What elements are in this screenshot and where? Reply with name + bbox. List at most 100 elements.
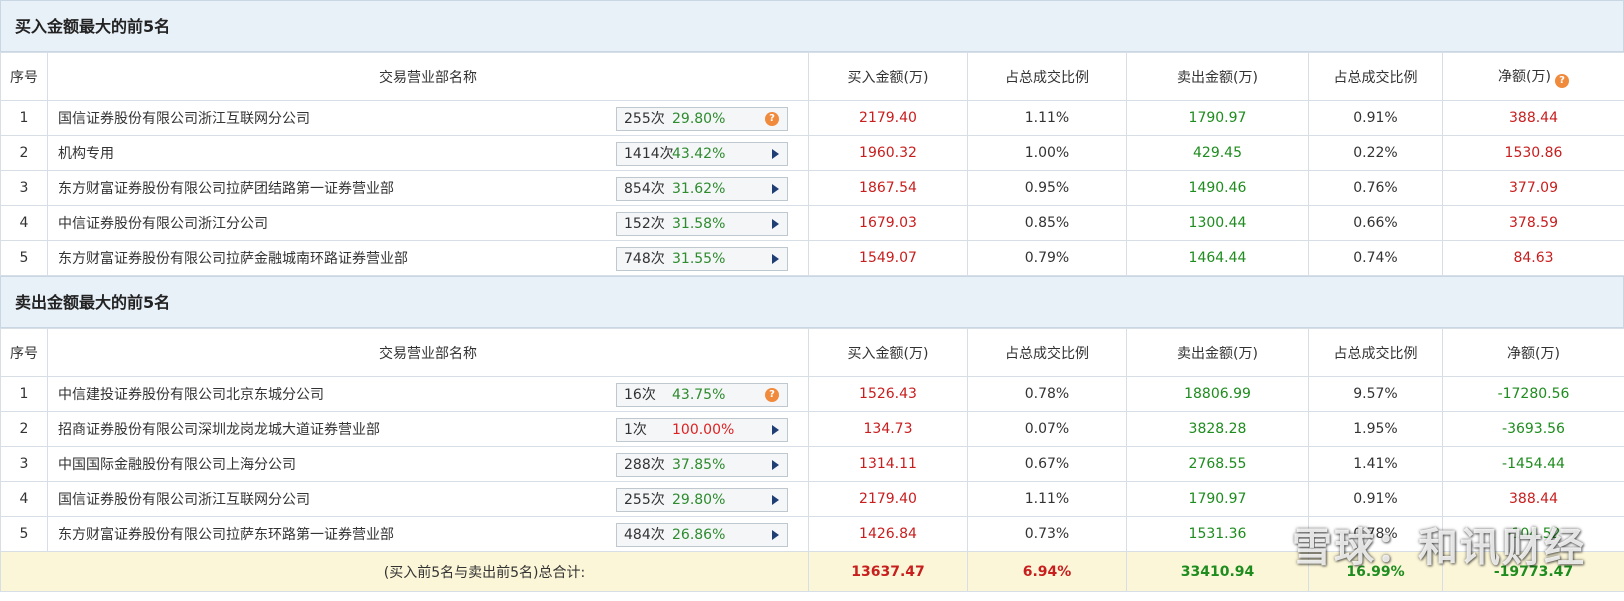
win-rate: 43.42% (672, 146, 726, 162)
row-index: 4 (0, 205, 48, 241)
branch-stats-button[interactable]: 255次 29.80% (616, 488, 788, 512)
total-buy: 13637.47 (808, 551, 968, 592)
sell-ratio: 0.76% (1308, 170, 1443, 206)
col-index: 序号 (0, 52, 48, 101)
sell-ratio: 0.91% (1308, 100, 1443, 136)
buy-amount: 1549.07 (808, 240, 968, 276)
branch-stats-button[interactable]: 255次 29.80%? (616, 107, 788, 131)
table-row: 5 东方财富证券股份有限公司拉萨金融城南环路证券营业部 748次 31.55% 1549… (0, 240, 1624, 276)
branch-name[interactable]: 国信证券股份有限公司浙江互联网分公司 (58, 111, 310, 127)
buy-amount: 1526.43 (808, 376, 968, 412)
sell-amount: 1464.44 (1126, 240, 1309, 276)
win-rate: 31.58% (672, 216, 726, 232)
win-rate: 31.62% (672, 181, 726, 197)
win-rate: 29.80% (672, 111, 726, 127)
net-amount: -17280.56 (1442, 376, 1624, 412)
col-buy-ratio: 占总成交比例 (967, 328, 1127, 377)
table-row: 4 中信证券股份有限公司浙江分公司 152次 31.58% 1679.03 0.85% 13… (0, 205, 1624, 241)
win-rate: 100.00% (672, 422, 735, 438)
sell-amount: 2768.55 (1126, 446, 1309, 482)
trade-count: 16次 (624, 387, 656, 403)
buy-amount: 1426.84 (808, 516, 968, 552)
row-index: 5 (0, 240, 48, 276)
col-index: 序号 (0, 328, 48, 377)
sell-amount: 1790.97 (1126, 481, 1309, 517)
win-rate: 43.75% (672, 387, 726, 403)
branch-name[interactable]: 中信证券股份有限公司浙江分公司 (58, 216, 268, 232)
win-rate: 26.86% (672, 527, 726, 543)
sell-ratio: 0.91% (1308, 481, 1443, 517)
branch-stats-button[interactable]: 1414次 43.42% (616, 142, 788, 166)
col-sell-ratio: 占总成交比例 (1308, 328, 1443, 377)
buy-ratio: 0.07% (967, 411, 1127, 447)
sell-table-header: 序号 交易营业部名称 买入金额(万) 占总成交比例 卖出金额(万) 占总成交比例… (0, 328, 1624, 377)
buy-ratio: 1.00% (967, 135, 1127, 171)
branch-stats-button[interactable]: 288次 37.85% (616, 453, 788, 477)
dragon-tiger-panel: 买入金额最大的前5名 序号 交易营业部名称 买入金额(万) 占总成交比例 卖出金… (0, 0, 1624, 601)
net-amount: 378.59 (1442, 205, 1624, 241)
buy-table: 序号 交易营业部名称 买入金额(万) 占总成交比例 卖出金额(万) 占总成交比例… (0, 52, 1624, 276)
row-index: 1 (0, 376, 48, 412)
row-index: 3 (0, 170, 48, 206)
branch-stats-button[interactable]: 1次 100.00% (616, 418, 788, 442)
win-rate: 31.55% (672, 251, 726, 267)
branch-name[interactable]: 东方财富证券股份有限公司拉萨东环路第一证券营业部 (58, 527, 394, 543)
branch-name[interactable]: 机构专用 (58, 146, 114, 162)
arrow-right-icon[interactable] (772, 147, 779, 159)
col-sell-amount: 卖出金额(万) (1126, 52, 1309, 101)
branch-name[interactable]: 中国国际金融股份有限公司上海分公司 (58, 457, 296, 473)
net-amount: -1454.44 (1442, 446, 1624, 482)
sell-ratio: 0.66% (1308, 205, 1443, 241)
table-row: 4 国信证券股份有限公司浙江互联网分公司 255次 29.80% 2179.40 1.11… (0, 481, 1624, 517)
branch-name[interactable]: 东方财富证券股份有限公司拉萨金融城南环路证券营业部 (58, 251, 408, 267)
branch-stats-button[interactable]: 854次 31.62% (616, 177, 788, 201)
col-buy-amount: 买入金额(万) (808, 52, 968, 101)
buy-amount: 1679.03 (808, 205, 968, 241)
net-amount: 388.44 (1442, 481, 1624, 517)
table-row: 1 国信证券股份有限公司浙江互联网分公司 255次 29.80%? 2179.40 1.1… (0, 100, 1624, 136)
win-rate: 29.80% (672, 492, 726, 508)
buy-amount: 134.73 (808, 411, 968, 447)
col-branch-name: 交易营业部名称 (47, 328, 809, 377)
sell-amount: 429.45 (1126, 135, 1309, 171)
branch-stats-button[interactable]: 484次 26.86% (616, 523, 788, 547)
branch-name-cell: 中国国际金融股份有限公司上海分公司 288次 37.85% (47, 446, 809, 482)
branch-name-cell: 中信证券股份有限公司浙江分公司 152次 31.58% (47, 205, 809, 241)
net-amount: 377.09 (1442, 170, 1624, 206)
sell-ratio: 9.57% (1308, 376, 1443, 412)
buy-amount: 2179.40 (808, 100, 968, 136)
branch-stats-button[interactable]: 748次 31.55% (616, 247, 788, 271)
net-amount: 84.63 (1442, 240, 1624, 276)
arrow-right-icon[interactable] (772, 528, 779, 540)
table-row: 1 中信建投证券股份有限公司北京东城分公司 16次 43.75%? 1526.43 0.7… (0, 376, 1624, 412)
arrow-right-icon[interactable] (772, 493, 779, 505)
buy-table-header: 序号 交易营业部名称 买入金额(万) 占总成交比例 卖出金额(万) 占总成交比例… (0, 52, 1624, 101)
branch-stats-button[interactable]: 16次 43.75%? (616, 383, 788, 407)
arrow-right-icon[interactable] (772, 217, 779, 229)
sell-amount: 18806.99 (1126, 376, 1309, 412)
col-net-amount: 净额(万)? (1442, 52, 1624, 101)
sell-ratio: 0.74% (1308, 240, 1443, 276)
arrow-right-icon[interactable] (772, 252, 779, 264)
buy-ratio: 1.11% (967, 481, 1127, 517)
net-amount: -3693.56 (1442, 411, 1624, 447)
buy-ratio: 0.67% (967, 446, 1127, 482)
net-amount: 1530.86 (1442, 135, 1624, 171)
arrow-right-icon[interactable] (772, 182, 779, 194)
question-icon[interactable]: ? (765, 388, 779, 402)
arrow-right-icon[interactable] (772, 458, 779, 470)
help-icon[interactable]: ? (1554, 73, 1569, 88)
question-icon[interactable]: ? (765, 112, 779, 126)
buy-amount: 1314.11 (808, 446, 968, 482)
branch-name[interactable]: 招商证券股份有限公司深圳龙岗龙城大道证券营业部 (58, 422, 380, 438)
branch-name[interactable]: 东方财富证券股份有限公司拉萨团结路第一证券营业部 (58, 181, 394, 197)
branch-name[interactable]: 中信建投证券股份有限公司北京东城分公司 (58, 387, 324, 403)
branch-stats-button[interactable]: 152次 31.58% (616, 212, 788, 236)
branch-name-cell: 东方财富证券股份有限公司拉萨团结路第一证券营业部 854次 31.62% (47, 170, 809, 206)
trade-count: 1次 (624, 422, 647, 438)
arrow-right-icon[interactable] (772, 423, 779, 435)
branch-name[interactable]: 国信证券股份有限公司浙江互联网分公司 (58, 492, 310, 508)
buy-ratio: 0.79% (967, 240, 1127, 276)
branch-name-cell: 东方财富证券股份有限公司拉萨东环路第一证券营业部 484次 26.86% (47, 516, 809, 552)
buy-amount: 1960.32 (808, 135, 968, 171)
